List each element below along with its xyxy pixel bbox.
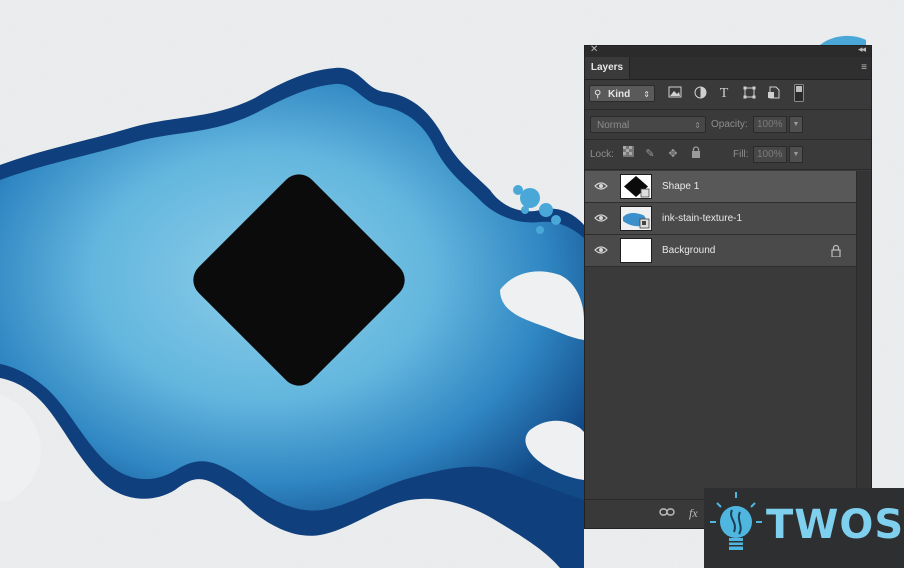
panel-menu-icon[interactable]: ≡: [861, 62, 867, 73]
opacity-input[interactable]: 100%: [753, 116, 787, 133]
adjustment-filter-icon[interactable]: [692, 86, 708, 102]
close-icon[interactable]: ✕: [590, 44, 598, 55]
chevron-updown-icon: ⇕: [643, 90, 650, 99]
blend-mode-value: Normal: [597, 120, 630, 131]
lock-row: Lock: ✎ ✥ Fill: 100% ▼: [585, 140, 871, 170]
layer-name[interactable]: Background: [662, 235, 715, 267]
lock-position-icon[interactable]: ✥: [666, 146, 680, 163]
shape-filter-icon[interactable]: [741, 86, 757, 102]
type-filter-icon[interactable]: T: [716, 86, 732, 102]
texture-thumbnail-icon: [621, 207, 651, 230]
opacity-dropdown-icon[interactable]: ▼: [789, 116, 803, 133]
panel-tabbar: Layers ≡: [585, 57, 871, 80]
layer-thumbnail: [620, 174, 652, 199]
filter-row: ⚲ Kind ⇕ T: [585, 80, 871, 110]
layer-row-ink-stain-texture-1[interactable]: ink-stain-texture-1: [585, 203, 857, 235]
layers-list: Shape 1 ink-stain-texture-1 Background: [585, 171, 857, 501]
search-icon: ⚲: [594, 89, 602, 100]
twos-logo: TWOS: [704, 488, 904, 568]
blend-row: Normal ⇕ Opacity: 100% ▼: [585, 110, 871, 140]
layers-panel: ✕ ◂◂ Layers ≡ ⚲ Kind ⇕ T Normal ⇕ Opacit…: [584, 44, 872, 529]
lock-image-icon[interactable]: ✎: [643, 146, 657, 163]
blend-mode-select[interactable]: Normal ⇕: [590, 116, 706, 133]
collapse-icon[interactable]: ◂◂: [858, 44, 866, 55]
eye-icon[interactable]: [594, 213, 608, 223]
tab-layers[interactable]: Layers: [585, 57, 630, 79]
layer-thumbnail: [620, 206, 652, 231]
shape-thumbnail-icon: [621, 175, 651, 198]
layer-row-background[interactable]: Background: [585, 235, 857, 267]
layer-row-shape-1[interactable]: Shape 1: [585, 171, 857, 203]
link-icon[interactable]: [659, 506, 675, 520]
kind-label: Kind: [608, 89, 631, 100]
fill-input[interactable]: 100%: [753, 146, 787, 163]
kind-filter-select[interactable]: ⚲ Kind ⇕: [589, 85, 655, 102]
lock-icon: [831, 244, 841, 257]
opacity-label: Opacity:: [711, 119, 748, 130]
filter-toggle-icon[interactable]: [791, 84, 807, 102]
fill-label: Fill:: [733, 149, 749, 160]
panel-titlebar: ✕ ◂◂: [585, 44, 871, 57]
layer-name[interactable]: ink-stain-texture-1: [662, 203, 742, 235]
smart-object-filter-icon[interactable]: [765, 86, 781, 102]
eye-icon[interactable]: [594, 181, 608, 191]
layer-name[interactable]: Shape 1: [662, 171, 699, 203]
lock-transparent-icon[interactable]: [621, 146, 635, 163]
eye-icon[interactable]: [594, 245, 608, 255]
fill-dropdown-icon[interactable]: ▼: [789, 146, 803, 163]
logo-text: TWOS: [766, 502, 904, 548]
lightbulb-icon: [710, 492, 762, 550]
pixel-filter-icon[interactable]: [667, 86, 683, 102]
layer-thumbnail: [620, 238, 652, 263]
chevron-updown-icon: ⇕: [694, 121, 701, 130]
lock-label: Lock:: [590, 149, 614, 160]
fx-icon[interactable]: fx: [689, 506, 698, 521]
lock-all-icon[interactable]: [689, 146, 703, 163]
layers-scrollbar[interactable]: [856, 171, 871, 501]
